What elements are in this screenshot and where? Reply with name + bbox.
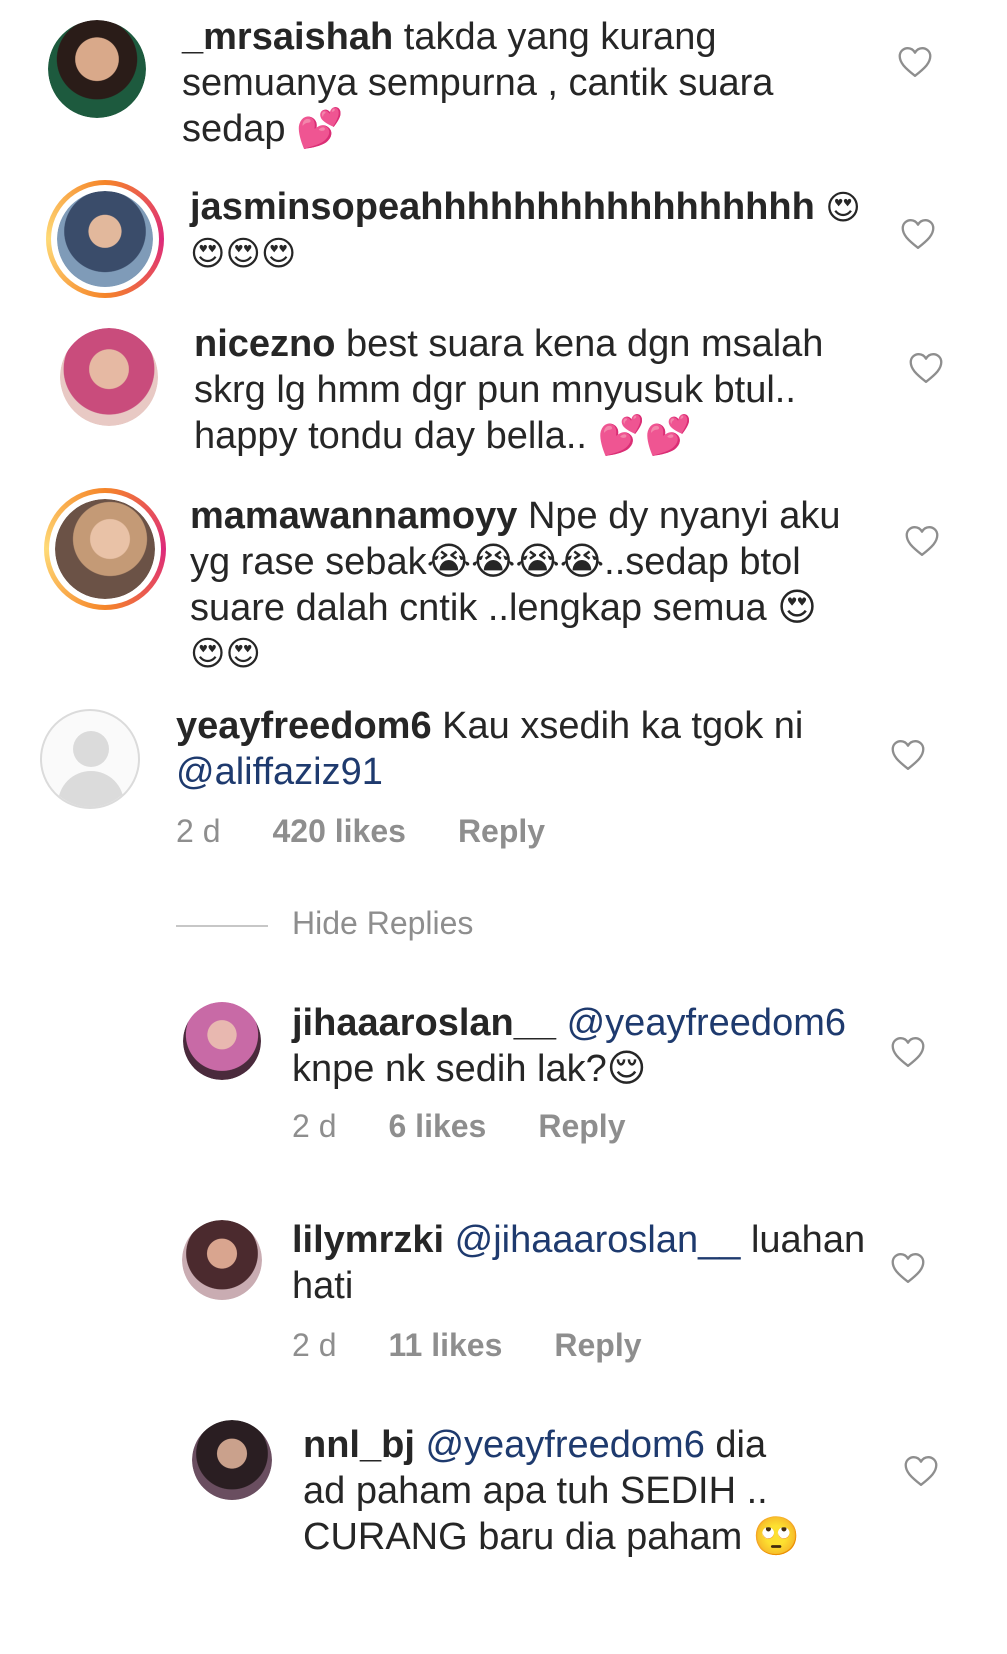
- mention-link[interactable]: @yeayfreedom6: [425, 1424, 704, 1466]
- comment-text: jasminsopeahhhhhhhhhhhhhhhhh 😍 😍😍😍: [190, 186, 861, 274]
- heart-outline-icon[interactable]: [900, 218, 936, 250]
- comment-username[interactable]: _mrsaishah: [182, 16, 393, 58]
- comment-text: lilymrzki @jihaaaroslan__ luahan hati: [292, 1219, 866, 1307]
- reply-button[interactable]: Reply: [458, 813, 545, 849]
- likes-count[interactable]: 6 likes: [388, 1108, 486, 1144]
- comment-time: 2 d: [292, 1327, 337, 1363]
- heart-outline-icon[interactable]: [904, 525, 940, 557]
- avatar[interactable]: [183, 1002, 261, 1080]
- comment-username[interactable]: mamawannamoyy: [190, 495, 517, 537]
- reply-button[interactable]: Reply: [538, 1108, 625, 1144]
- likes-count[interactable]: 420 likes: [272, 813, 405, 849]
- comment-text: nicezno best suara kena dgn msalah skrg …: [194, 323, 824, 457]
- avatar[interactable]: [55, 499, 155, 599]
- comment-item: jasminsopeahhhhhhhhhhhhhhhhh 😍 😍😍😍: [0, 170, 1007, 310]
- story-ring: [44, 488, 166, 610]
- comment-username[interactable]: nicezno: [194, 323, 335, 365]
- default-avatar-icon[interactable]: [40, 709, 140, 809]
- avatar[interactable]: [48, 20, 146, 118]
- heart-outline-icon[interactable]: [908, 352, 944, 384]
- comment-username[interactable]: yeayfreedom6: [176, 705, 432, 747]
- heart-outline-icon[interactable]: [903, 1455, 939, 1487]
- avatar[interactable]: [60, 328, 158, 426]
- divider: [176, 924, 268, 927]
- comment-username[interactable]: lilymrzki: [292, 1219, 444, 1261]
- mention-link[interactable]: @jihaaaroslan__: [455, 1219, 741, 1261]
- reply-item: nnl_bj @yeayfreedom6 dia ad paham apa tu…: [0, 1410, 1007, 1654]
- mention-link[interactable]: @yeayfreedom6: [567, 1002, 846, 1044]
- heart-outline-icon[interactable]: [890, 1252, 926, 1284]
- avatar[interactable]: [192, 1420, 272, 1500]
- comment-meta: 2 d 11 likes Reply: [292, 1327, 694, 1364]
- reply-item: lilymrzki @jihaaaroslan__ luahan hati 2 …: [0, 1210, 1007, 1410]
- avatar[interactable]: [182, 1220, 262, 1300]
- reply-button[interactable]: Reply: [554, 1327, 641, 1363]
- mention-link[interactable]: @aliffaziz91: [176, 749, 803, 795]
- story-ring: [46, 180, 164, 298]
- comment-time: 2 d: [176, 813, 221, 849]
- reply-item: jihaaaroslan__ @yeayfreedom6 knpe nk sed…: [0, 990, 1007, 1200]
- comment-text: _mrsaishah takda yang kurang semuanya se…: [182, 16, 774, 150]
- comment-username[interactable]: nnl_bj: [303, 1424, 415, 1466]
- comment-item: _mrsaishah takda yang kurang semuanya se…: [0, 0, 1007, 170]
- avatar[interactable]: [57, 191, 153, 287]
- comment-meta: 2 d 420 likes Reply: [176, 813, 597, 850]
- hide-replies-button[interactable]: Hide Replies: [176, 905, 473, 942]
- comment-item: nicezno best suara kena dgn msalah skrg …: [0, 310, 1007, 480]
- heart-outline-icon[interactable]: [890, 1036, 926, 1068]
- comment-text: mamawannamoyy Npe dy nyanyi aku yg rase …: [190, 495, 841, 674]
- comment-username[interactable]: jihaaaroslan__: [292, 1002, 556, 1044]
- comment-text: jihaaaroslan__ @yeayfreedom6 knpe nk sed…: [292, 1002, 846, 1090]
- heart-outline-icon[interactable]: [890, 739, 926, 771]
- comment-username[interactable]: jasminsopeahhhhhhhhhhhhhhhhh: [190, 186, 815, 228]
- heart-outline-icon[interactable]: [897, 46, 933, 78]
- comment-text: nnl_bj @yeayfreedom6 dia ad paham apa tu…: [303, 1424, 801, 1558]
- likes-count[interactable]: 11 likes: [388, 1327, 502, 1363]
- comment-item: yeayfreedom6 Kau xsedih ka tgok ni @alif…: [0, 695, 1007, 885]
- comment-text: yeayfreedom6 Kau xsedih ka tgok ni @alif…: [176, 705, 804, 795]
- comment-meta: 2 d 6 likes Reply: [292, 1108, 677, 1145]
- comment-item: mamawannamoyy Npe dy nyanyi aku yg rase …: [0, 480, 1007, 695]
- comment-time: 2 d: [292, 1108, 337, 1144]
